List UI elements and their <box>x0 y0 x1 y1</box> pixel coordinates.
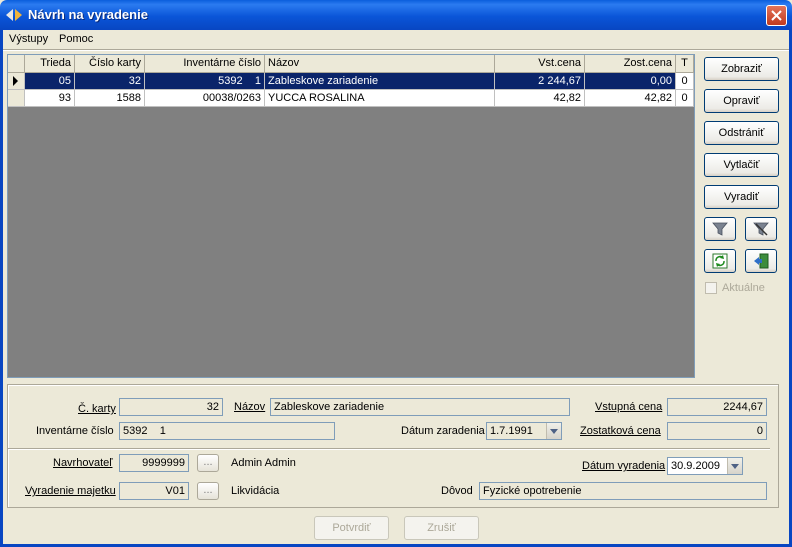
zostatkova-cena-field[interactable]: 0 <box>667 422 767 440</box>
cell-cislo-karty: 1588 <box>75 90 145 107</box>
aktualne-checkbox[interactable] <box>705 282 717 294</box>
cell-zost-cena: 0,00 <box>585 73 676 90</box>
header-indicator <box>8 55 25 73</box>
vstupna-cena-field[interactable]: 2244,67 <box>667 398 767 416</box>
vyradenie-browse-button[interactable]: ... <box>197 482 219 500</box>
odstranit-button[interactable]: Odstrániť <box>704 121 779 145</box>
window-title: Návrh na vyradenie <box>28 7 148 22</box>
aktualne-label: Aktuálne <box>722 282 765 294</box>
col-inventarne-cislo[interactable]: Inventárne číslo <box>145 55 265 73</box>
vytlacit-button[interactable]: Vytlačiť <box>704 153 779 177</box>
app-icon <box>6 9 22 21</box>
vyradit-button[interactable]: Vyradiť <box>704 185 779 209</box>
chevron-down-icon <box>550 429 558 434</box>
zrusit-button[interactable]: Zrušiť <box>404 516 479 540</box>
datum-vyradenia-label[interactable]: Dátum vyradenia <box>582 460 665 472</box>
chevron-down-icon <box>731 464 739 469</box>
datum-vyradenia-field[interactable]: 30.9.2009 <box>667 457 743 475</box>
vyradenie-majetku-label[interactable]: Vyradenie majetku <box>25 485 116 497</box>
datum-vyradenia-value: 30.9.2009 <box>671 460 720 472</box>
exit-door-icon <box>754 253 769 269</box>
panel-separator <box>8 448 770 450</box>
cell-vst-cena: 42,82 <box>495 90 585 107</box>
col-zost-cena[interactable]: Zost.cena <box>585 55 676 73</box>
menu-bar: Výstupy Pomoc <box>3 30 789 48</box>
refresh-icon <box>712 253 728 269</box>
datum-zaradenia-dropdown[interactable] <box>546 423 561 439</box>
zobrazit-button[interactable]: Zobraziť <box>704 57 779 81</box>
dovod-label: Dôvod <box>441 485 473 497</box>
cell-t: 0 <box>676 90 694 107</box>
potvrdit-button[interactable]: Potvrdiť <box>314 516 389 540</box>
navrhovatel-name: Admin Admin <box>231 457 296 469</box>
cell-trieda: 05 <box>25 73 75 90</box>
assets-grid[interactable]: Trieda Číslo karty Inventárne číslo Názo… <box>7 54 695 378</box>
datum-zaradenia-value: 1.7.1991 <box>490 425 533 437</box>
dovod-field[interactable]: Fyzické opotrebenie <box>479 482 767 500</box>
vyradenie-nazov: Likvidácia <box>231 485 280 497</box>
col-trieda[interactable]: Trieda <box>25 55 75 73</box>
close-button[interactable] <box>766 5 787 26</box>
menu-vystupy[interactable]: Výstupy <box>9 33 48 45</box>
datum-zaradenia-field[interactable]: 1.7.1991 <box>486 422 562 440</box>
filter-button[interactable] <box>704 217 736 241</box>
row-pointer-icon <box>13 76 18 86</box>
navrhovatel-browse-button[interactable]: ... <box>197 454 219 472</box>
clear-filter-icon <box>753 222 769 236</box>
navrhovatel-field[interactable]: 9999999 <box>119 454 189 472</box>
c-karty-field[interactable]: 32 <box>119 398 223 416</box>
clear-filter-button[interactable] <box>745 217 777 241</box>
row-indicator <box>8 73 25 90</box>
filter-icon <box>712 222 728 236</box>
cell-inventarne-cislo: 5392 1 <box>145 73 265 90</box>
cell-zost-cena: 42,82 <box>585 90 676 107</box>
vyradenie-kod-field[interactable]: V01 <box>119 482 189 500</box>
menu-separator <box>3 49 789 51</box>
refresh-button[interactable] <box>704 249 736 273</box>
nazov-field[interactable]: Zableskove zariadenie <box>270 398 570 416</box>
vstupna-cena-label[interactable]: Vstupná cena <box>595 401 662 413</box>
cell-trieda: 93 <box>25 90 75 107</box>
cell-vst-cena: 2 244,67 <box>495 73 585 90</box>
nazov-label[interactable]: Názov <box>234 401 265 413</box>
col-t[interactable]: T <box>676 55 694 73</box>
navrhovatel-label[interactable]: Navrhovateľ <box>53 457 112 469</box>
exit-button[interactable] <box>745 249 777 273</box>
col-vst-cena[interactable]: Vst.cena <box>495 55 585 73</box>
row-indicator <box>8 90 25 107</box>
cell-inventarne-cislo: 00038/0263 <box>145 90 265 107</box>
zostatkova-cena-label[interactable]: Zostatková cena <box>580 425 661 437</box>
cell-nazov: Zableskove zariadenie <box>265 73 495 90</box>
col-cislo-karty[interactable]: Číslo karty <box>75 55 145 73</box>
c-karty-label[interactable]: Č. karty <box>78 403 116 415</box>
cell-t: 0 <box>676 73 694 90</box>
opravit-button[interactable]: Opraviť <box>704 89 779 113</box>
cell-cislo-karty: 32 <box>75 73 145 90</box>
grid-header: Trieda Číslo karty Inventárne číslo Názo… <box>8 55 694 73</box>
table-row[interactable]: 93 1588 00038/0263 YUCCA ROSALINA 42,82 … <box>8 90 694 107</box>
inv-cislo-label: Inventárne číslo <box>36 425 114 437</box>
title-bar: Návrh na vyradenie <box>0 0 792 30</box>
col-nazov[interactable]: Názov <box>265 55 495 73</box>
datum-vyradenia-dropdown[interactable] <box>727 458 742 474</box>
menu-pomoc[interactable]: Pomoc <box>59 33 93 45</box>
table-row[interactable]: 05 32 5392 1 Zableskove zariadenie 2 244… <box>8 73 694 90</box>
inv-cislo-field[interactable]: 5392 1 <box>119 422 335 440</box>
close-icon <box>771 10 782 21</box>
cell-nazov: YUCCA ROSALINA <box>265 90 495 107</box>
datum-zaradenia-label: Dátum zaradenia <box>401 425 485 437</box>
